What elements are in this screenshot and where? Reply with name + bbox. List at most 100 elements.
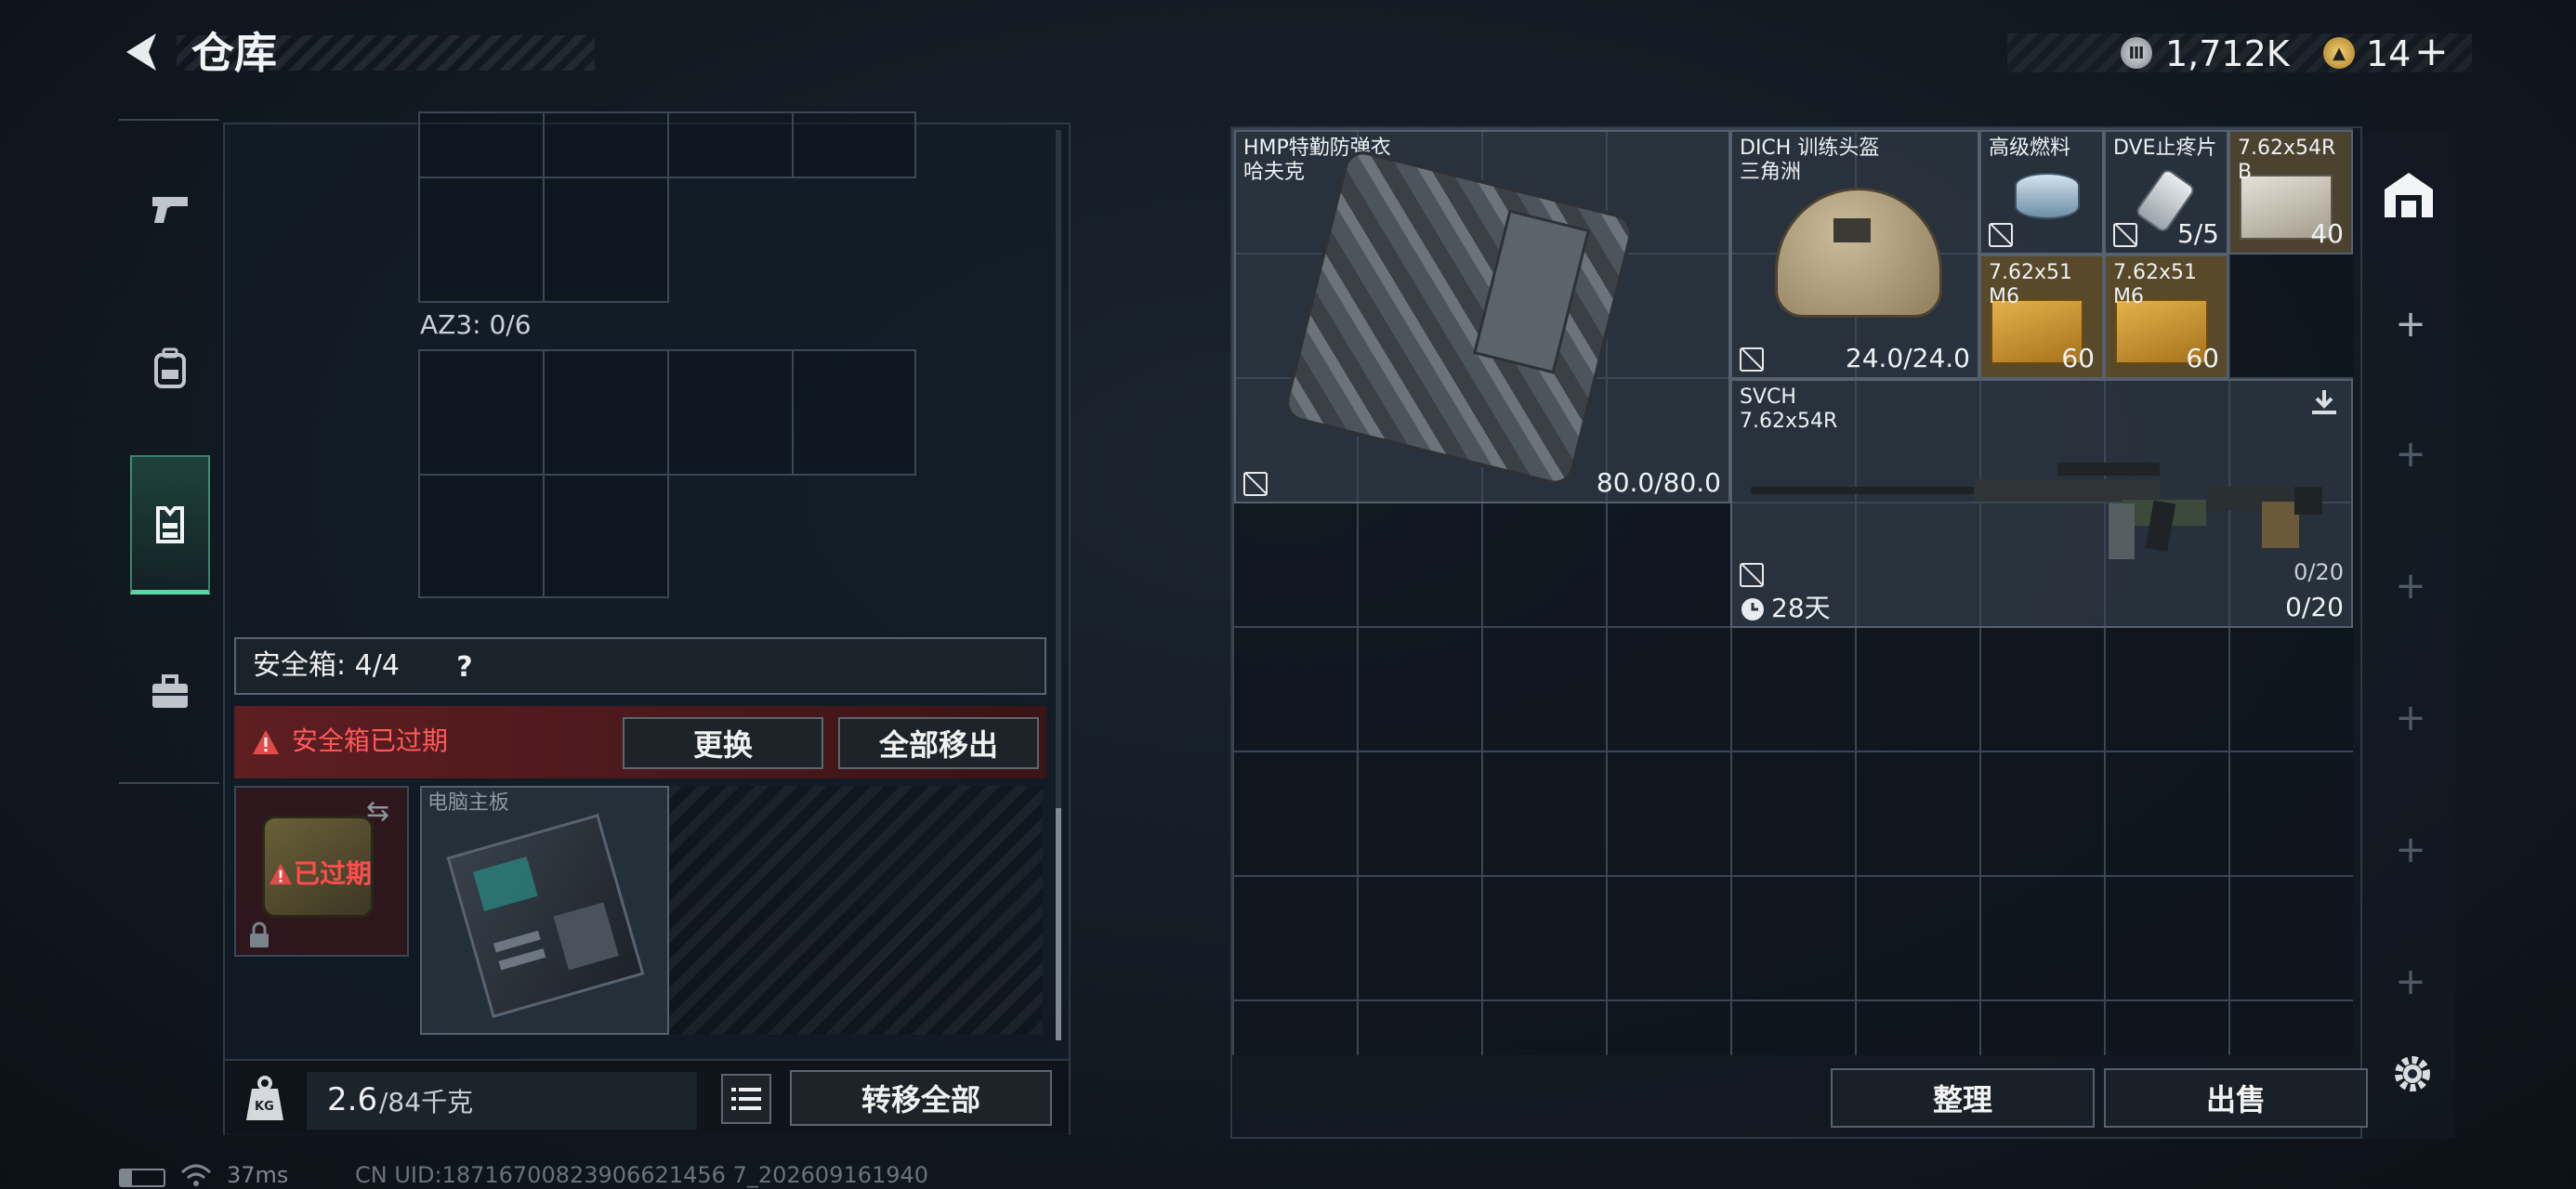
item-name: DVE止疼片 bbox=[2113, 137, 2217, 160]
item-name: DICH 训练头盔 bbox=[1740, 137, 1880, 160]
slot-cell[interactable] bbox=[543, 349, 669, 476]
stash-item-rifle-svch[interactable]: SVCH 7.62x54R 0/20 28天 0/20 bbox=[1730, 379, 2353, 628]
inventory-item-motherboard[interactable]: 电脑主板 bbox=[420, 786, 669, 1035]
expired-badge: 已过期 bbox=[294, 858, 373, 889]
quantity-value: 40 bbox=[2310, 218, 2344, 249]
settings-button[interactable] bbox=[2386, 1048, 2438, 1100]
expired-warning-icon bbox=[268, 862, 294, 890]
battery-icon bbox=[119, 1169, 165, 1187]
no-insurance-icon bbox=[2113, 223, 2137, 247]
item-name: 7.62x54R bbox=[2238, 137, 2336, 160]
weight-icon-label: KG bbox=[255, 1100, 274, 1114]
item-subname: 三角洲 bbox=[1740, 161, 1802, 184]
slot-cell[interactable] bbox=[792, 111, 916, 178]
item-subname: B bbox=[2238, 161, 2253, 184]
slot-cell[interactable] bbox=[418, 349, 545, 476]
download-icon[interactable] bbox=[2308, 386, 2340, 422]
scrollbar-thumb[interactable] bbox=[1056, 808, 1061, 1040]
no-insurance-icon bbox=[1740, 563, 1764, 587]
safe-box-label: 安全箱: 4/4 bbox=[253, 649, 400, 682]
locked-stash-tab: + bbox=[2395, 960, 2426, 1003]
remove-all-button[interactable]: 全部移出 bbox=[838, 717, 1039, 769]
uses-value: 5/5 bbox=[2176, 218, 2219, 249]
sell-button[interactable]: 出售 bbox=[2104, 1068, 2368, 1128]
no-insurance-icon bbox=[1740, 347, 1764, 372]
quantity-value: 60 bbox=[2061, 343, 2095, 373]
back-button[interactable] bbox=[119, 28, 167, 76]
item-subname: M6 bbox=[1989, 285, 2019, 308]
nav-weapons[interactable] bbox=[130, 139, 210, 279]
clock-icon bbox=[1740, 596, 1766, 626]
stash-item-ammo-762x54r[interactable]: 7.62x54R B 40 bbox=[2228, 130, 2353, 255]
item-name: 7.62x51 bbox=[2113, 261, 2197, 284]
helmet-image bbox=[1775, 188, 1942, 318]
rifle-image bbox=[1751, 446, 2336, 567]
stash-item-vest[interactable]: HMP特勤防弹衣 哈夫克 80.0/80.0 bbox=[1234, 130, 1730, 503]
slot-cell[interactable] bbox=[543, 111, 669, 178]
list-view-button[interactable] bbox=[721, 1074, 771, 1124]
ammo-count: 0/20 bbox=[2285, 592, 2344, 622]
durability-value: 24.0/24.0 bbox=[1845, 343, 1970, 373]
empty-safe-slots bbox=[669, 786, 1043, 1035]
nav-chest-rig[interactable] bbox=[130, 455, 210, 594]
nav-divider bbox=[119, 119, 219, 121]
gold-amount: 14 bbox=[2366, 33, 2412, 74]
slot-cell[interactable] bbox=[543, 176, 669, 303]
silver-coin-icon: Ⅲ bbox=[2121, 37, 2152, 69]
slot-cell[interactable] bbox=[418, 111, 545, 178]
no-insurance-icon bbox=[1243, 472, 1268, 496]
nav-safe-box[interactable] bbox=[130, 622, 210, 762]
item-subname: 7.62x54R bbox=[1740, 410, 1838, 433]
sort-button[interactable]: 整理 bbox=[1831, 1068, 2095, 1128]
lock-icon bbox=[247, 921, 271, 953]
stash-item-painkiller[interactable]: DVE止疼片 5/5 bbox=[2104, 130, 2228, 255]
locked-stash-tab: + bbox=[2395, 565, 2426, 608]
locked-stash-tab: + bbox=[2395, 433, 2426, 476]
nav-backpack[interactable] bbox=[130, 299, 210, 438]
replace-button[interactable]: 更换 bbox=[623, 717, 823, 769]
motherboard-image bbox=[446, 814, 645, 1018]
safe-box-slot[interactable]: ⇆ 已过期 bbox=[234, 786, 409, 957]
scrollbar[interactable] bbox=[1056, 130, 1061, 1040]
stash-item-helmet[interactable]: DICH 训练头盔 三角洲 24.0/24.0 bbox=[1730, 130, 1979, 379]
slot-cell[interactable] bbox=[667, 111, 794, 178]
uid-text: CN UID:18716700823906621456 7_2026091619… bbox=[355, 1162, 929, 1188]
chest-rig-icon bbox=[156, 505, 184, 543]
item-name: 电脑主板 bbox=[427, 791, 510, 815]
locked-stash-tab: + bbox=[2395, 829, 2426, 871]
stash-item-ammo-762x51[interactable]: 7.62x51 M6 60 bbox=[1979, 255, 2104, 379]
wifi-icon bbox=[180, 1163, 212, 1189]
swap-icon[interactable]: ⇆ bbox=[366, 795, 389, 828]
help-button[interactable]: ? bbox=[446, 650, 483, 684]
weight-capacity: /84千克 bbox=[379, 1087, 474, 1117]
gold-coin-icon: ▲ bbox=[2323, 37, 2355, 69]
transfer-all-button[interactable]: 转移全部 bbox=[790, 1070, 1052, 1126]
stash-tab-main[interactable] bbox=[2372, 158, 2446, 232]
item-subname: 哈夫克 bbox=[1243, 161, 1306, 184]
slot-cell[interactable] bbox=[418, 176, 545, 303]
quantity-value: 60 bbox=[2186, 343, 2219, 373]
gear-icon bbox=[2395, 1056, 2430, 1091]
no-insurance-icon bbox=[1989, 223, 2013, 247]
slot-cell[interactable] bbox=[792, 349, 916, 476]
slot-cell[interactable] bbox=[667, 349, 794, 476]
nav-divider bbox=[119, 782, 219, 784]
back-arrow-icon bbox=[126, 33, 156, 71]
weight-icon: KG bbox=[243, 1074, 286, 1122]
rental-timer: 28天 bbox=[1771, 593, 1831, 623]
help-icon: ? bbox=[456, 650, 473, 684]
add-stash-tab-button[interactable]: + bbox=[2392, 303, 2429, 346]
fuel-can-image bbox=[2015, 173, 2080, 219]
list-icon bbox=[731, 1088, 761, 1110]
slot-cell[interactable] bbox=[543, 474, 669, 598]
slot-cell[interactable] bbox=[418, 474, 545, 598]
ammo-count-small: 0/20 bbox=[2293, 559, 2344, 585]
item-name: 7.62x51 bbox=[1989, 261, 2072, 284]
silver-amount: 1,712K bbox=[2165, 33, 2290, 74]
page-title: 仓库 bbox=[191, 28, 277, 78]
stash-item-fuel[interactable]: 高级燃料 bbox=[1979, 130, 2104, 255]
item-name: SVCH bbox=[1740, 385, 1796, 409]
stash-item-ammo-762x51[interactable]: 7.62x51 M6 60 bbox=[2104, 255, 2228, 379]
locked-stash-tab: + bbox=[2395, 697, 2426, 739]
gold-add-button[interactable]: + bbox=[2414, 28, 2449, 76]
